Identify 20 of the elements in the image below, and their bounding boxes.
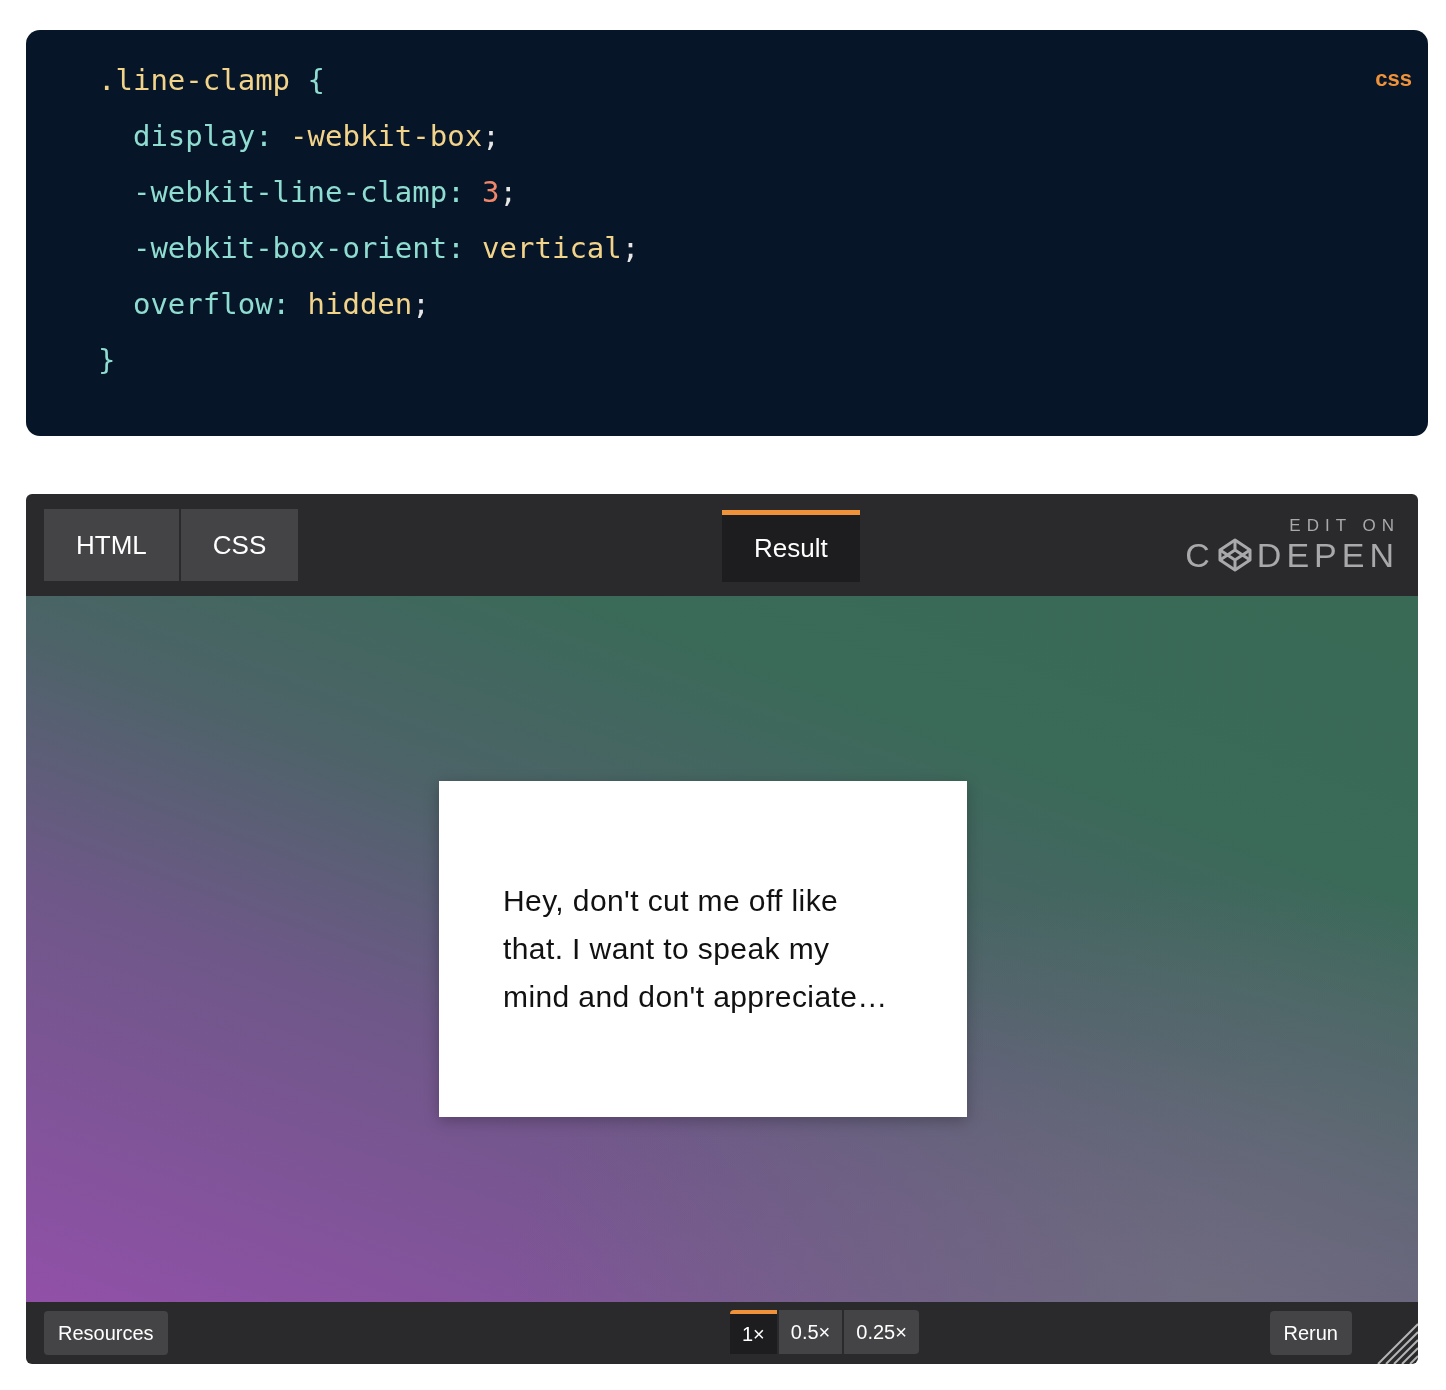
code-line: -webkit-box-orient: vertical;	[131, 230, 640, 267]
zoom-button[interactable]: 1×	[730, 1310, 777, 1354]
zoom-button[interactable]: 0.25×	[844, 1310, 919, 1354]
zoom-button[interactable]: 0.5×	[778, 1310, 843, 1354]
code-line: .line-clamp {	[98, 62, 325, 99]
code-line: -webkit-line-clamp: 3;	[131, 174, 518, 211]
language-label: css	[1375, 66, 1412, 92]
rerun-button[interactable]: Rerun	[1269, 1311, 1352, 1355]
code-line: }	[98, 342, 116, 379]
brand-letter[interactable]: C	[1185, 535, 1215, 575]
editor-tab[interactable]: HTML	[44, 509, 179, 581]
edit-on-caption[interactable]: EDIT ON	[1289, 515, 1400, 536]
brand-name[interactable]: DEPEN	[1256, 535, 1399, 575]
code-line: overflow: hidden;	[131, 286, 430, 323]
code-line: display: -webkit-box;	[131, 118, 500, 155]
cube-logo-icon[interactable]	[1216, 537, 1253, 573]
result-tab[interactable]: Result	[722, 510, 860, 582]
card-text: Hey, don't cut me off like that. I want to speak my mind and don't appreciate…	[503, 883, 889, 1015]
editor-tab[interactable]: CSS	[180, 509, 299, 581]
resources-button[interactable]: Resources	[44, 1311, 168, 1355]
